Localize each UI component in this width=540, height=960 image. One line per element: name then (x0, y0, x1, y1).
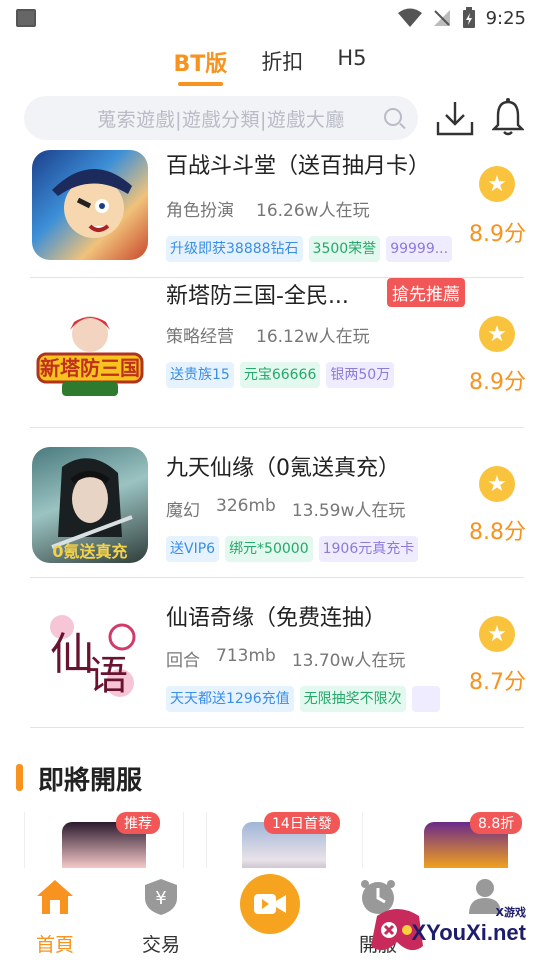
game-tags: 天天都送1296充值 无限抽奖不限次 (166, 686, 440, 712)
game-thumbnail[interactable] (32, 150, 148, 260)
game-tag: 天天都送1296充值 (166, 686, 294, 712)
upcoming-section-header: 即將開服 (0, 760, 540, 800)
battery-charging-icon (462, 7, 475, 28)
game-meta: 角色扮演 16.26w人在玩 (166, 196, 370, 221)
tab-h5[interactable]: H5 (337, 40, 366, 70)
svg-text:0氪送真充: 0氪送真充 (52, 542, 127, 561)
game-meta: 策略经营 16.12w人在玩 (166, 322, 370, 347)
game-meta: 回合 713mb 13.70w人在玩 (166, 646, 405, 671)
star-icon: ★ (479, 316, 515, 352)
game-tag: 银两50万 (326, 362, 395, 388)
game-score: 8.7分 (469, 670, 526, 695)
game-tags: 送贵族15 元宝66666 银两50万 (166, 362, 395, 388)
game-title[interactable]: 九天仙缘（0氪送真充） (166, 450, 400, 482)
game-score: 8.8分 (469, 520, 526, 545)
nav-video[interactable] (240, 868, 300, 960)
game-thumbnail[interactable]: 0氪送真充 (32, 447, 148, 563)
game-tag: 1906元真充卡 (318, 536, 419, 562)
bell-icon[interactable] (492, 98, 524, 136)
game-tags: 送VIP6 绑元*50000 1906元真充卡 (166, 536, 419, 562)
game-tag: 送VIP6 (166, 536, 220, 562)
game-tag: 3500荣誉 (308, 236, 381, 262)
search-placeholder: 蒐索遊戲|遊戲分類|遊戲大廳 (97, 108, 345, 131)
watermark: X游戏 XYouXi.net (365, 896, 540, 960)
video-camera-icon (254, 894, 286, 914)
list-item[interactable]: 仙语 仙语奇缘（免费连抽） 回合 713mb 13.70w人在玩 天天都送129… (0, 578, 540, 728)
game-title[interactable]: 仙语奇缘（免费连抽） (166, 600, 386, 632)
nav-home[interactable]: 首頁 (30, 868, 80, 960)
game-size: 326mb (216, 496, 276, 516)
game-tags: 升级即获38888钻石 3500荣誉 99999... (166, 236, 453, 262)
game-size: 713mb (216, 646, 276, 666)
status-indicators: 9:25 (397, 7, 526, 29)
status-bar: 9:25 (0, 0, 540, 36)
game-genre: 魔幻 (166, 501, 200, 521)
game-players: 13.70w人在玩 (291, 651, 406, 671)
category-tabs: BT版 折扣 H5 (0, 40, 540, 86)
game-tag: 99999... (386, 236, 453, 262)
watermark-text: XYouXi.net (411, 920, 527, 945)
svg-text:新塔防三国: 新塔防三国 (40, 356, 140, 380)
home-icon (37, 880, 73, 914)
clock: 9:25 (485, 7, 526, 29)
game-tag: 绑元*50000 (225, 536, 313, 562)
game-tag: 元宝66666 (239, 362, 321, 388)
svg-text:¥: ¥ (155, 888, 166, 909)
tab-bt[interactable]: BT版 (174, 40, 227, 86)
watermark-small-text: X游戏 (495, 906, 526, 919)
star-icon: ★ (479, 166, 515, 202)
game-thumbnail[interactable]: 新塔防三国 (32, 300, 148, 416)
upcoming-badge: 推荐 (116, 812, 160, 834)
upcoming-badge: 14日首發 (264, 812, 340, 834)
video-button (240, 874, 300, 934)
game-genre: 策略经营 (166, 327, 234, 347)
game-tag: 送贵族15 (166, 362, 234, 388)
game-meta: 魔幻 326mb 13.59w人在玩 (166, 496, 405, 521)
gallery-notification-icon (16, 9, 36, 27)
game-title[interactable]: 百战斗斗堂（送百抽月卡） (166, 148, 430, 180)
game-list: 百战斗斗堂（送百抽月卡） 角色扮演 16.26w人在玩 升级即获38888钻石 … (0, 150, 540, 728)
search-input[interactable]: 蒐索遊戲|遊戲分類|遊戲大廳 (24, 96, 418, 140)
section-title: 即將開服 (38, 766, 143, 796)
game-players: 13.59w人在玩 (291, 501, 406, 521)
game-tag (411, 686, 440, 712)
list-item[interactable]: 0氪送真充 九天仙缘（0氪送真充） 魔幻 326mb 13.59w人在玩 送VI… (0, 428, 540, 578)
nav-label: 首頁 (35, 934, 75, 956)
game-thumbnail[interactable]: 仙语 (32, 597, 148, 713)
game-players: 16.26w人在玩 (256, 201, 370, 221)
list-item[interactable]: 百战斗斗堂（送百抽月卡） 角色扮演 16.26w人在玩 升级即获38888钻石 … (0, 150, 540, 278)
star-icon: ★ (479, 616, 515, 652)
recommend-badge: 搶先推薦 (387, 278, 465, 307)
game-genre: 角色扮演 (166, 201, 234, 221)
nav-label: 交易 (141, 934, 181, 956)
tab-discount[interactable]: 折扣 (261, 40, 303, 76)
game-title[interactable]: 新塔防三国-全民... (166, 278, 349, 310)
no-signal-icon (433, 10, 450, 26)
section-accent-bar (16, 764, 23, 791)
game-players: 16.12w人在玩 (256, 327, 370, 347)
wifi-icon (397, 8, 422, 27)
star-icon: ★ (479, 466, 515, 502)
upcoming-badge: 8.8折 (470, 812, 523, 834)
download-icon[interactable] (436, 100, 474, 136)
game-genre: 回合 (166, 651, 200, 671)
list-item[interactable]: 新塔防三国 新塔防三国-全民... 搶先推薦 策略经营 16.12w人在玩 送贵… (0, 278, 540, 428)
shield-yen-icon: ¥ (145, 879, 177, 915)
game-score: 8.9分 (469, 222, 526, 247)
search-row: 蒐索遊戲|遊戲分類|遊戲大廳 (0, 96, 540, 142)
svg-text:语: 语 (88, 653, 128, 699)
nav-trade[interactable]: ¥ 交易 (136, 868, 186, 960)
divider (30, 727, 524, 728)
game-score: 8.9分 (469, 370, 526, 395)
game-tag: 升级即获38888钻石 (166, 236, 303, 262)
search-icon[interactable] (384, 108, 402, 126)
game-tag: 无限抽奖不限次 (299, 686, 406, 712)
